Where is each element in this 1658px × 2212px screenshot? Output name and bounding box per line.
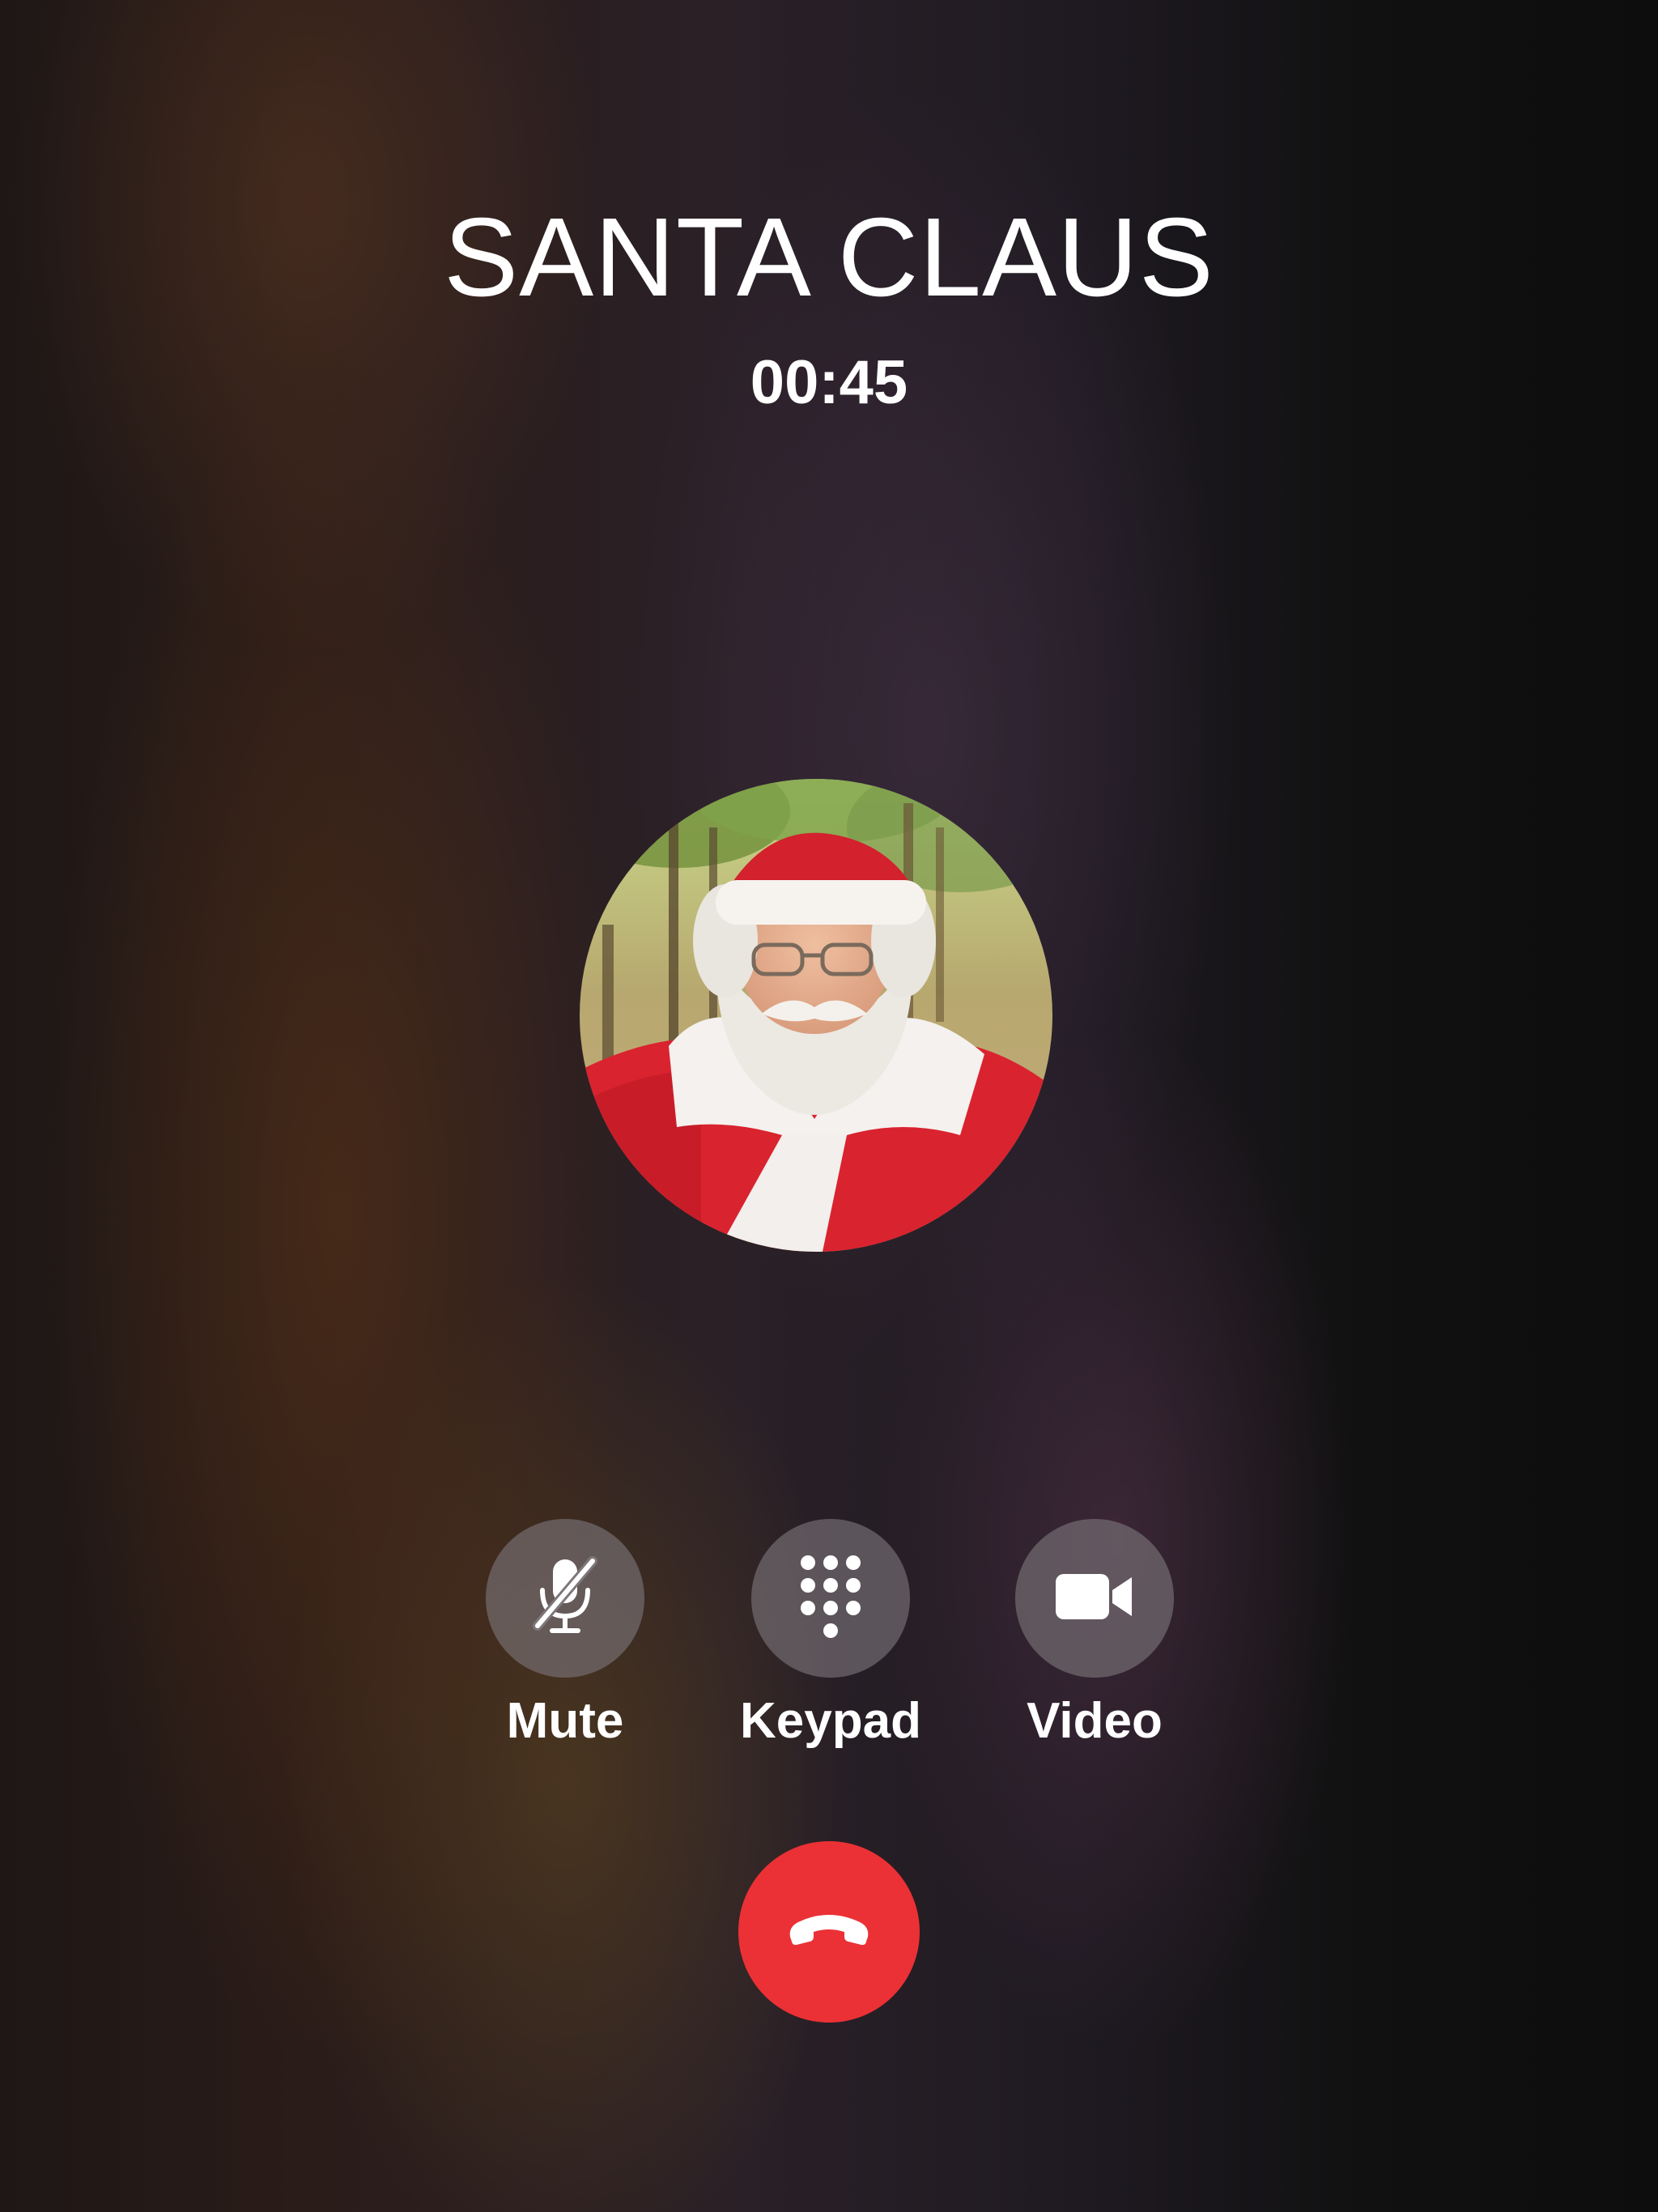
end-call-button[interactable]	[738, 1841, 920, 2023]
keypad-label: Keypad	[740, 1693, 921, 1749]
santa-photo	[580, 779, 1052, 1252]
mute-button[interactable]	[486, 1519, 644, 1678]
mute-label: Mute	[506, 1693, 624, 1749]
phone-hangup-icon	[785, 1912, 873, 1952]
caller-name: SANTA CLAUS	[444, 195, 1214, 320]
keypad-icon	[798, 1555, 863, 1643]
video-label: Video	[1027, 1693, 1163, 1749]
keypad-button[interactable]	[751, 1519, 910, 1678]
video-button[interactable]	[1015, 1519, 1174, 1678]
microphone-slash-icon	[531, 1555, 599, 1643]
call-duration: 00:45	[750, 348, 908, 417]
caller-avatar	[580, 779, 1052, 1252]
video-camera-icon	[1056, 1571, 1133, 1627]
